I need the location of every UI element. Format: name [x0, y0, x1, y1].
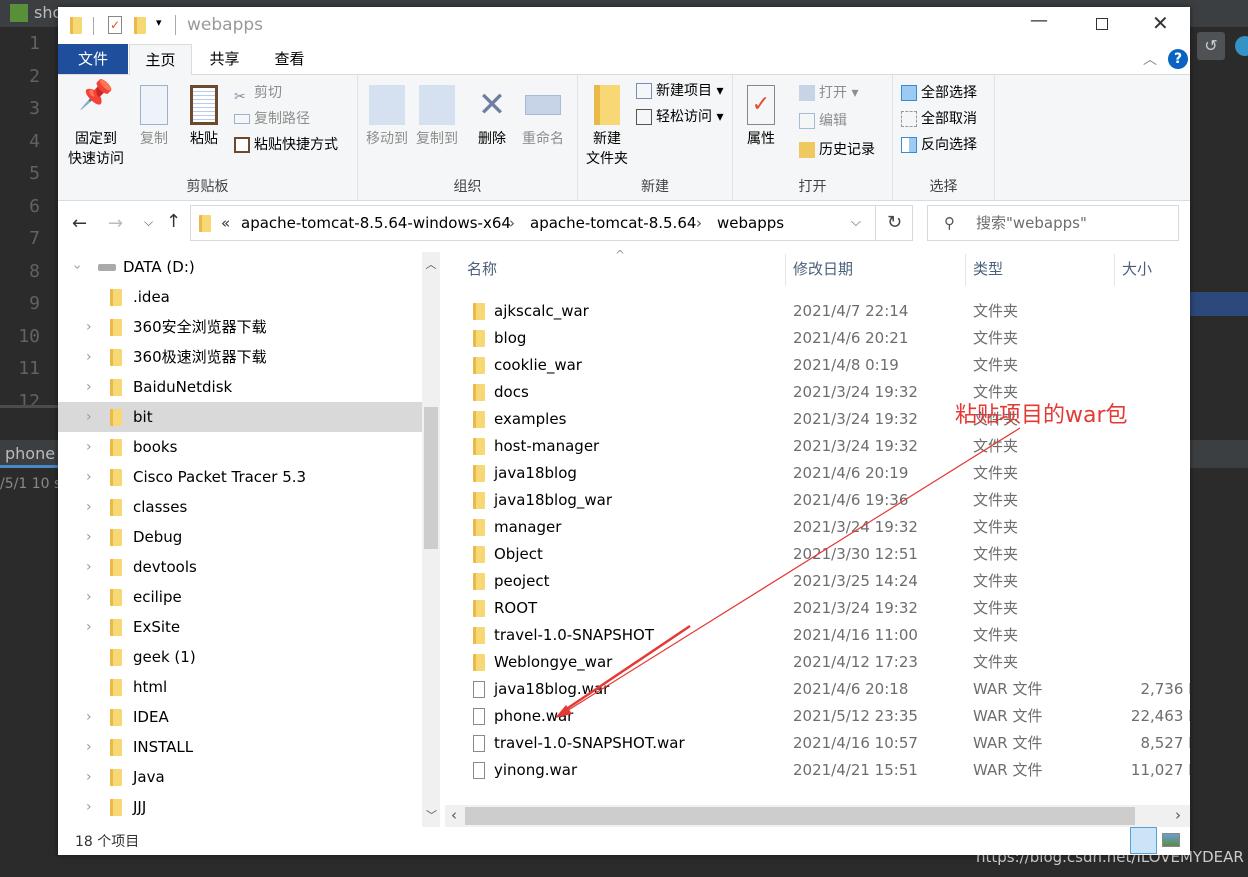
- arrow-line: [561, 427, 1021, 715]
- arrow-line-thick: [561, 624, 691, 714]
- annotation-arrow: [555, 427, 1021, 718]
- tab-home[interactable]: 主页: [129, 44, 192, 75]
